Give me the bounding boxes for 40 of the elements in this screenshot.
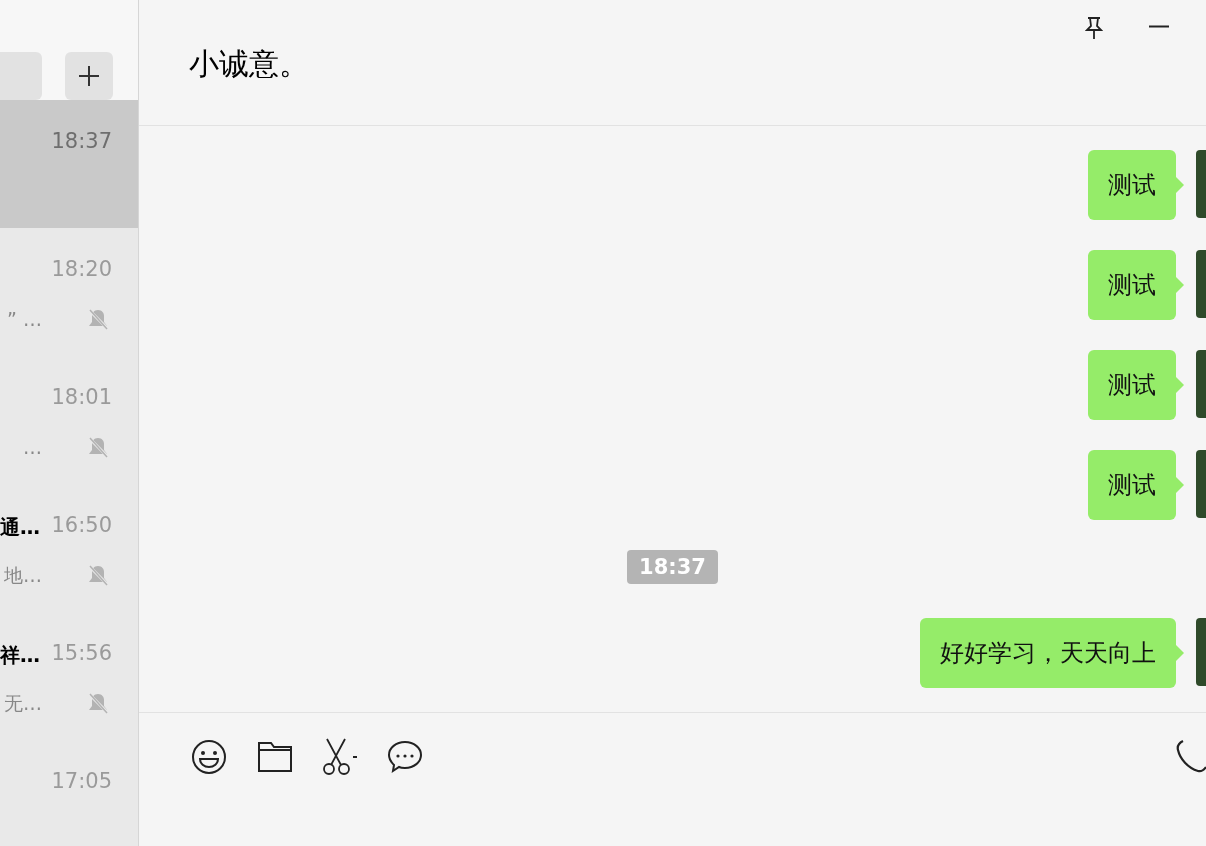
message-preview: 无… <box>4 691 42 716</box>
chat-list-item[interactable]: 18:01 … <box>0 356 138 484</box>
bubble-tail <box>1176 645 1184 661</box>
chat-time: 18:20 <box>51 256 112 282</box>
chat-list-item[interactable]: 17:05 <box>0 740 138 846</box>
search-field[interactable] <box>0 52 42 100</box>
chat-name: 祥… <box>0 642 40 668</box>
chat-name: 通… <box>0 514 40 540</box>
emoji-icon[interactable] <box>191 739 227 775</box>
bubble-tail <box>1176 277 1184 293</box>
chat-time: 16:50 <box>51 512 112 538</box>
message-preview: … <box>23 435 42 460</box>
message-bubble: 测试 <box>1088 250 1176 320</box>
chat-time: 17:05 <box>51 768 112 794</box>
bubble-tail <box>1176 177 1184 193</box>
timestamp: 18:37 <box>627 550 718 584</box>
chat-time: 15:56 <box>51 640 112 666</box>
phone-icon[interactable] <box>1175 739 1206 775</box>
chat-time: 18:01 <box>51 384 112 410</box>
chat-list-item[interactable]: 18:20 ” … <box>0 228 138 356</box>
chat-list-item[interactable]: 祥… 15:56 无… <box>0 612 138 740</box>
chat-list-item[interactable]: 18:37 <box>0 100 138 228</box>
message-bubble: 测试 <box>1088 350 1176 420</box>
chat-time: 18:37 <box>51 128 112 154</box>
chat-list-item[interactable]: 通… 16:50 地… <box>0 484 138 612</box>
add-button[interactable] <box>65 52 113 100</box>
chat-title: 小诚意。 <box>189 45 309 83</box>
minimize-icon[interactable] <box>1149 25 1169 28</box>
bubble-tail <box>1176 477 1184 493</box>
chat-bubble-icon[interactable] <box>387 739 423 775</box>
bubble-tail <box>1176 377 1184 393</box>
message-preview: 地… <box>4 563 42 588</box>
message-preview: ” … <box>7 307 42 332</box>
scissors-icon[interactable] <box>321 737 359 775</box>
message-bubble: 测试 <box>1088 150 1176 220</box>
folder-icon[interactable] <box>257 741 293 773</box>
message-bubble: 好好学习，天天向上 <box>920 618 1176 688</box>
pin-icon[interactable] <box>1085 16 1103 40</box>
plus-icon <box>78 65 100 87</box>
message-bubble: 测试 <box>1088 450 1176 520</box>
